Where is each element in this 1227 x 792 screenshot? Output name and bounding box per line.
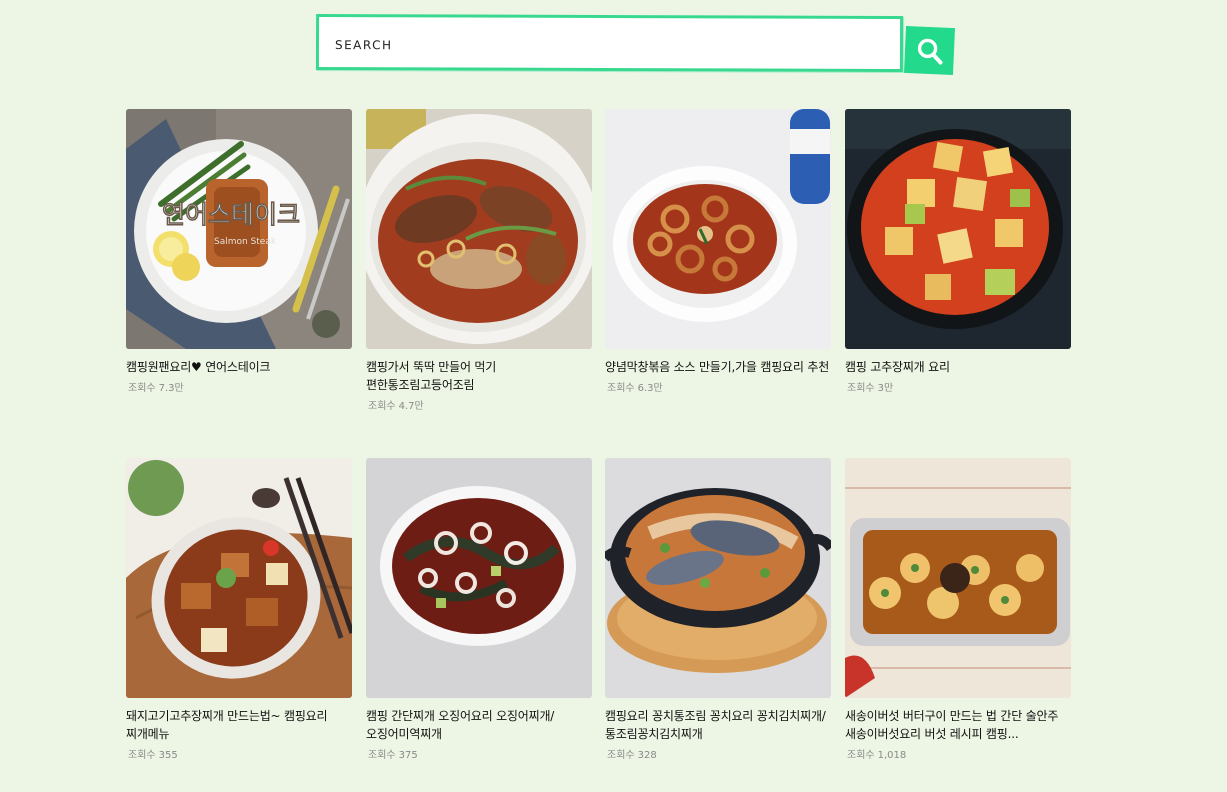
post-thumbnail[interactable] xyxy=(605,458,831,698)
views-count: 7.3만 xyxy=(158,383,184,394)
views-label: 조회수 xyxy=(128,383,156,394)
post-thumbnail[interactable] xyxy=(605,109,831,349)
search-button[interactable] xyxy=(903,25,956,76)
views-count: 1,018 xyxy=(877,750,907,761)
views-label: 조회수 xyxy=(368,401,396,412)
post-card[interactable]: 양념막창볶음 소스 만들기,가을 캠핑요리 추천 조회수 6.3만 xyxy=(605,109,831,394)
post-card[interactable]: 캠핑 간단찌개 오징어요리 오징어찌개/오징어미역찌개 조회수 375 xyxy=(366,458,592,761)
post-title[interactable]: 캠핑 간단찌개 오징어요리 오징어찌개/오징어미역찌개 xyxy=(366,707,592,743)
views-count: 355 xyxy=(158,750,178,761)
post-views: 조회수 1,018 xyxy=(845,746,1071,761)
post-card[interactable]: 캠핑 고추장찌개 요리 조회수 3만 xyxy=(845,109,1071,394)
views-count: 328 xyxy=(637,750,657,761)
search-box[interactable] xyxy=(315,13,904,73)
post-card[interactable]: 캠핑요리 꽁치통조림 꽁치요리 꽁치김치찌개/통조림꽁치김치찌개 조회수 328 xyxy=(605,458,831,761)
post-thumbnail[interactable] xyxy=(845,109,1071,349)
views-count: 375 xyxy=(398,750,418,761)
post-views: 조회수 328 xyxy=(605,746,831,761)
post-card[interactable]: 연어스테이크 Salmon Steak 캠핑원팬요리♥ 연어스테이크 조회수 7.… xyxy=(126,109,352,394)
views-label: 조회수 xyxy=(368,750,396,761)
post-card[interactable]: 새송이버섯 버터구이 만드는 법 간단 술안주 새송이버섯요리 버섯 레시피 캠… xyxy=(845,458,1071,761)
views-label: 조회수 xyxy=(847,750,875,761)
post-views: 조회수 6.3만 xyxy=(605,379,831,394)
post-title[interactable]: 새송이버섯 버터구이 만드는 법 간단 술안주 새송이버섯요리 버섯 레시피 캠… xyxy=(845,707,1071,743)
views-label: 조회수 xyxy=(847,383,875,394)
post-title[interactable]: 캠핑 고추장찌개 요리 xyxy=(845,358,1071,376)
post-thumbnail[interactable] xyxy=(845,458,1071,698)
post-views: 조회수 4.7만 xyxy=(366,397,592,412)
post-title[interactable]: 돼지고기고추장찌개 만드는법~ 캠핑요리 찌개메뉴 xyxy=(126,707,352,743)
post-title[interactable]: 캠핑원팬요리♥ 연어스테이크 xyxy=(126,358,352,376)
post-thumbnail[interactable] xyxy=(366,109,592,349)
views-label: 조회수 xyxy=(607,383,635,394)
post-views: 조회수 3만 xyxy=(845,379,1071,394)
post-card[interactable]: 캠핑가서 뚝딱 만들어 먹기 편한통조림고등어조림 조회수 4.7만 xyxy=(366,109,592,412)
post-title[interactable]: 캠핑요리 꽁치통조림 꽁치요리 꽁치김치찌개/통조림꽁치김치찌개 xyxy=(605,707,831,743)
views-count: 4.7만 xyxy=(398,401,424,412)
post-views: 조회수 7.3만 xyxy=(126,379,352,394)
post-thumbnail[interactable]: 연어스테이크 Salmon Steak xyxy=(126,109,352,349)
views-count: 6.3만 xyxy=(637,383,663,394)
search-bar xyxy=(315,13,956,77)
views-label: 조회수 xyxy=(128,750,156,761)
post-title[interactable]: 양념막창볶음 소스 만들기,가을 캠핑요리 추천 xyxy=(605,358,831,376)
views-count: 3만 xyxy=(877,383,894,394)
search-icon xyxy=(917,38,943,64)
search-input[interactable] xyxy=(332,34,878,58)
post-views: 조회수 375 xyxy=(366,746,592,761)
post-image-subtext: Salmon Steak xyxy=(214,237,277,247)
post-views: 조회수 355 xyxy=(126,746,352,761)
post-title[interactable]: 캠핑가서 뚝딱 만들어 먹기 편한통조림고등어조림 xyxy=(366,358,592,394)
views-label: 조회수 xyxy=(607,750,635,761)
post-image-text: 연어스테이크 xyxy=(162,200,300,229)
post-thumbnail[interactable] xyxy=(126,458,352,698)
post-thumbnail[interactable] xyxy=(366,458,592,698)
post-card[interactable]: 돼지고기고추장찌개 만드는법~ 캠핑요리 찌개메뉴 조회수 355 xyxy=(126,458,352,761)
